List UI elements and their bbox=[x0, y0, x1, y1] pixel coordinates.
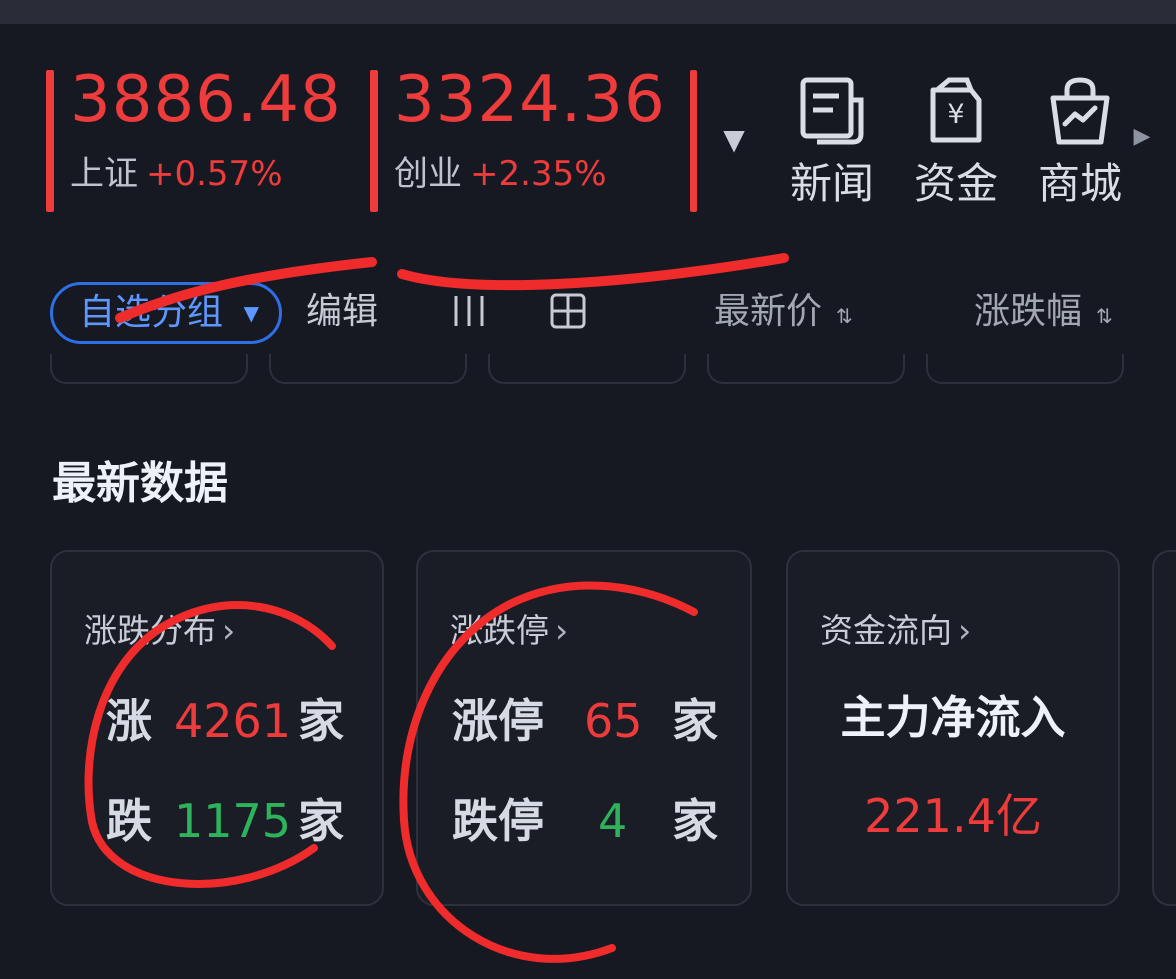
watchlist-group-selector[interactable]: 自选分组 ▼ bbox=[50, 282, 282, 344]
fall-unit: 家 bbox=[298, 794, 344, 848]
chevron-right-icon: › bbox=[222, 611, 236, 650]
grid-view-icon[interactable] bbox=[550, 293, 586, 329]
fund-flow-card[interactable]: 资金流向 › 主力净流入 221.4亿 bbox=[786, 550, 1120, 906]
limit-down-count: 4 bbox=[598, 794, 628, 848]
main-net-inflow-label: 主力净流入 bbox=[840, 691, 1066, 744]
rise-fall-distribution-title: 涨跌分布 › bbox=[84, 610, 235, 652]
market-overview-screen: 3886.48 上证+0.57% 3324.36 创业+2.35% ▼ 新闻 bbox=[0, 0, 1176, 979]
watchlist-card-edge bbox=[926, 354, 1124, 384]
chevron-right-icon: › bbox=[958, 611, 972, 650]
limit-up-label: 涨停 bbox=[452, 694, 544, 748]
watchlist-card-edge bbox=[707, 354, 905, 384]
rise-fall-distribution-title-text: 涨跌分布 bbox=[84, 611, 216, 650]
yen-wallet-icon: ¥ bbox=[930, 77, 982, 143]
latest-price-label: 最新价 bbox=[714, 291, 823, 332]
latest-price-sort-button[interactable]: 最新价 ⇅ bbox=[714, 284, 853, 344]
index-divider bbox=[690, 70, 697, 212]
rise-label: 涨 bbox=[106, 694, 152, 748]
limit-up-count: 65 bbox=[584, 694, 643, 748]
top-status-bar bbox=[0, 0, 1176, 24]
edit-button[interactable]: 编辑 bbox=[306, 284, 378, 340]
sort-icon: ⇅ bbox=[1096, 304, 1113, 328]
change-percent-label: 涨跌幅 bbox=[974, 291, 1083, 332]
limit-up-row: 涨停 65 家 bbox=[418, 686, 750, 756]
chinext-index-subline: 创业 +2.35% bbox=[394, 154, 680, 194]
partial-next-card[interactable] bbox=[1152, 550, 1176, 906]
shanghai-index-block[interactable]: 3886.48 上证 +0.57% bbox=[46, 64, 356, 212]
scroll-right-arrow-icon[interactable]: ▶ bbox=[1132, 125, 1152, 149]
chevron-down-icon: ▼ bbox=[243, 301, 259, 325]
shanghai-index-subline: 上证 +0.57% bbox=[70, 154, 356, 194]
main-net-inflow-value: 221.4亿 bbox=[864, 789, 1042, 843]
news-button[interactable]: 新闻 bbox=[780, 72, 884, 208]
fund-flow-title: 资金流向 › bbox=[820, 610, 971, 652]
chinext-index-name: 创业 bbox=[394, 154, 462, 194]
column-view-icon[interactable] bbox=[452, 294, 486, 328]
funds-label: 资金 bbox=[913, 159, 998, 208]
fund-flow-title-text: 资金流向 bbox=[820, 611, 952, 650]
chevron-right-icon: › bbox=[555, 611, 569, 650]
shanghai-index-value: 3886.48 bbox=[70, 63, 342, 137]
limit-down-unit: 家 bbox=[672, 794, 718, 848]
change-percent-sort-button[interactable]: 涨跌幅 ⇅ bbox=[974, 284, 1113, 344]
watchlist-group-label: 自选分组 bbox=[79, 292, 224, 333]
fall-label: 跌 bbox=[106, 794, 152, 848]
rise-fall-distribution-card[interactable]: 涨跌分布 › 涨 4261 家 跌 1175 家 bbox=[50, 550, 384, 906]
limit-up-down-card[interactable]: 涨跌停 › 涨停 65 家 跌停 4 家 bbox=[416, 550, 752, 906]
chinext-index-change: +2.35% bbox=[470, 154, 607, 194]
news-label: 新闻 bbox=[789, 159, 874, 208]
fall-count: 1175 bbox=[174, 794, 292, 848]
watchlist-toolbar: 自选分组 ▼ 编辑 最新价 ⇅ 涨跌幅 ⇅ bbox=[0, 276, 1176, 346]
fall-count-row: 跌 1175 家 bbox=[52, 786, 382, 856]
watchlist-card-strip bbox=[0, 354, 1176, 386]
sort-icon: ⇅ bbox=[836, 304, 853, 328]
shanghai-index-name: 上证 bbox=[70, 154, 138, 194]
shopping-bag-icon bbox=[1050, 77, 1110, 145]
mall-button[interactable]: 商城 bbox=[1028, 72, 1132, 208]
shanghai-index-change: +0.57% bbox=[146, 154, 283, 194]
chinext-index-value: 3324.36 bbox=[394, 63, 666, 137]
limit-up-down-title: 涨跌停 › bbox=[450, 610, 568, 652]
latest-data-title: 最新数据 bbox=[52, 458, 228, 509]
watchlist-card-edge bbox=[488, 354, 686, 384]
mall-label: 商城 bbox=[1037, 159, 1122, 208]
rise-count-row: 涨 4261 家 bbox=[52, 686, 382, 756]
watchlist-card-edge bbox=[50, 354, 248, 384]
limit-down-row: 跌停 4 家 bbox=[418, 786, 750, 856]
funds-button[interactable]: ¥ 资金 bbox=[904, 72, 1008, 208]
index-dropdown-arrow-icon[interactable]: ▼ bbox=[718, 126, 750, 154]
rise-unit: 家 bbox=[298, 694, 344, 748]
rise-count: 4261 bbox=[174, 694, 292, 748]
svg-text:¥: ¥ bbox=[947, 99, 964, 130]
watchlist-card-edge bbox=[269, 354, 467, 384]
quick-links: 新闻 ¥ 资金 商城 bbox=[780, 72, 1172, 222]
limit-down-label: 跌停 bbox=[452, 794, 544, 848]
limit-up-unit: 家 bbox=[672, 694, 718, 748]
chinext-index-block[interactable]: 3324.36 创业 +2.35% bbox=[370, 64, 680, 212]
news-icon bbox=[800, 77, 864, 145]
limit-up-down-title-text: 涨跌停 bbox=[450, 611, 549, 650]
